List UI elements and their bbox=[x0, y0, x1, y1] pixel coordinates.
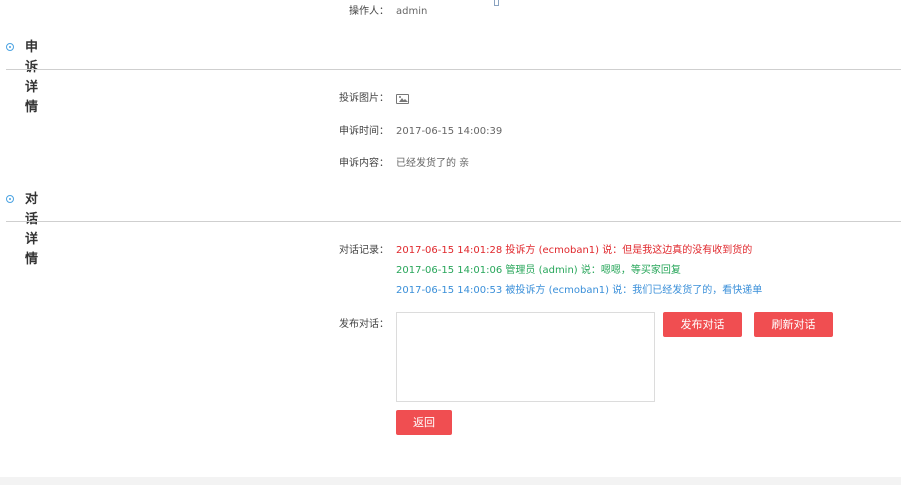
appeal-content-value: 已经发货了的 亲 bbox=[396, 158, 470, 169]
dialog-record-row: 2017-06-15 14:01:06 管理员 (admin) 说：嗯嗯，等买家… bbox=[0, 263, 901, 279]
operator-label: 操作人： bbox=[349, 6, 389, 17]
operator-value: admin bbox=[396, 6, 428, 17]
appeal-time-value: 2017-06-15 14:00:39 bbox=[396, 126, 503, 137]
dialog-record: 2017-06-15 14:01:28 投诉方 (ecmoban1) 说：但是我… bbox=[396, 245, 753, 256]
refresh-dialog-button[interactable]: 刷新对话 bbox=[754, 312, 833, 337]
dialog-section-divider bbox=[6, 221, 901, 222]
dialog-record: 2017-06-15 14:00:53 被投诉方 (ecmoban1) 说：我们… bbox=[396, 285, 763, 296]
dialog-records-label: 对话记录： bbox=[339, 245, 389, 256]
back-button[interactable]: 返回 bbox=[396, 410, 452, 435]
dialog-record-row: 2017-06-15 14:00:53 被投诉方 (ecmoban1) 说：我们… bbox=[0, 283, 901, 299]
appeal-content-row: 申诉内容： 已经发货了的 亲 bbox=[0, 156, 901, 172]
operator-row: 操作人： admin bbox=[0, 4, 901, 20]
dialog-records-row: 对话记录： 2017-06-15 14:01:28 投诉方 (ecmoban1)… bbox=[0, 243, 901, 259]
appeal-section-divider bbox=[6, 69, 901, 70]
footer-band bbox=[0, 477, 901, 485]
appeal-time-row: 申诉时间： 2017-06-15 14:00:39 bbox=[0, 124, 901, 140]
image-icon[interactable] bbox=[396, 94, 409, 104]
post-dialog-label: 发布对话： bbox=[339, 319, 389, 330]
appeal-image-label: 投诉图片： bbox=[339, 93, 389, 104]
dialog-textarea[interactable] bbox=[396, 312, 655, 402]
radio-dot-icon bbox=[6, 43, 14, 51]
radio-dot-icon bbox=[6, 195, 14, 203]
appeal-content-label: 申诉内容： bbox=[339, 158, 389, 169]
appeal-image-row: 投诉图片： bbox=[0, 91, 901, 107]
appeal-time-label: 申诉时间： bbox=[339, 126, 389, 137]
post-dialog-button[interactable]: 发布对话 bbox=[663, 312, 742, 337]
dialog-record: 2017-06-15 14:01:06 管理员 (admin) 说：嗯嗯，等买家… bbox=[396, 265, 681, 276]
